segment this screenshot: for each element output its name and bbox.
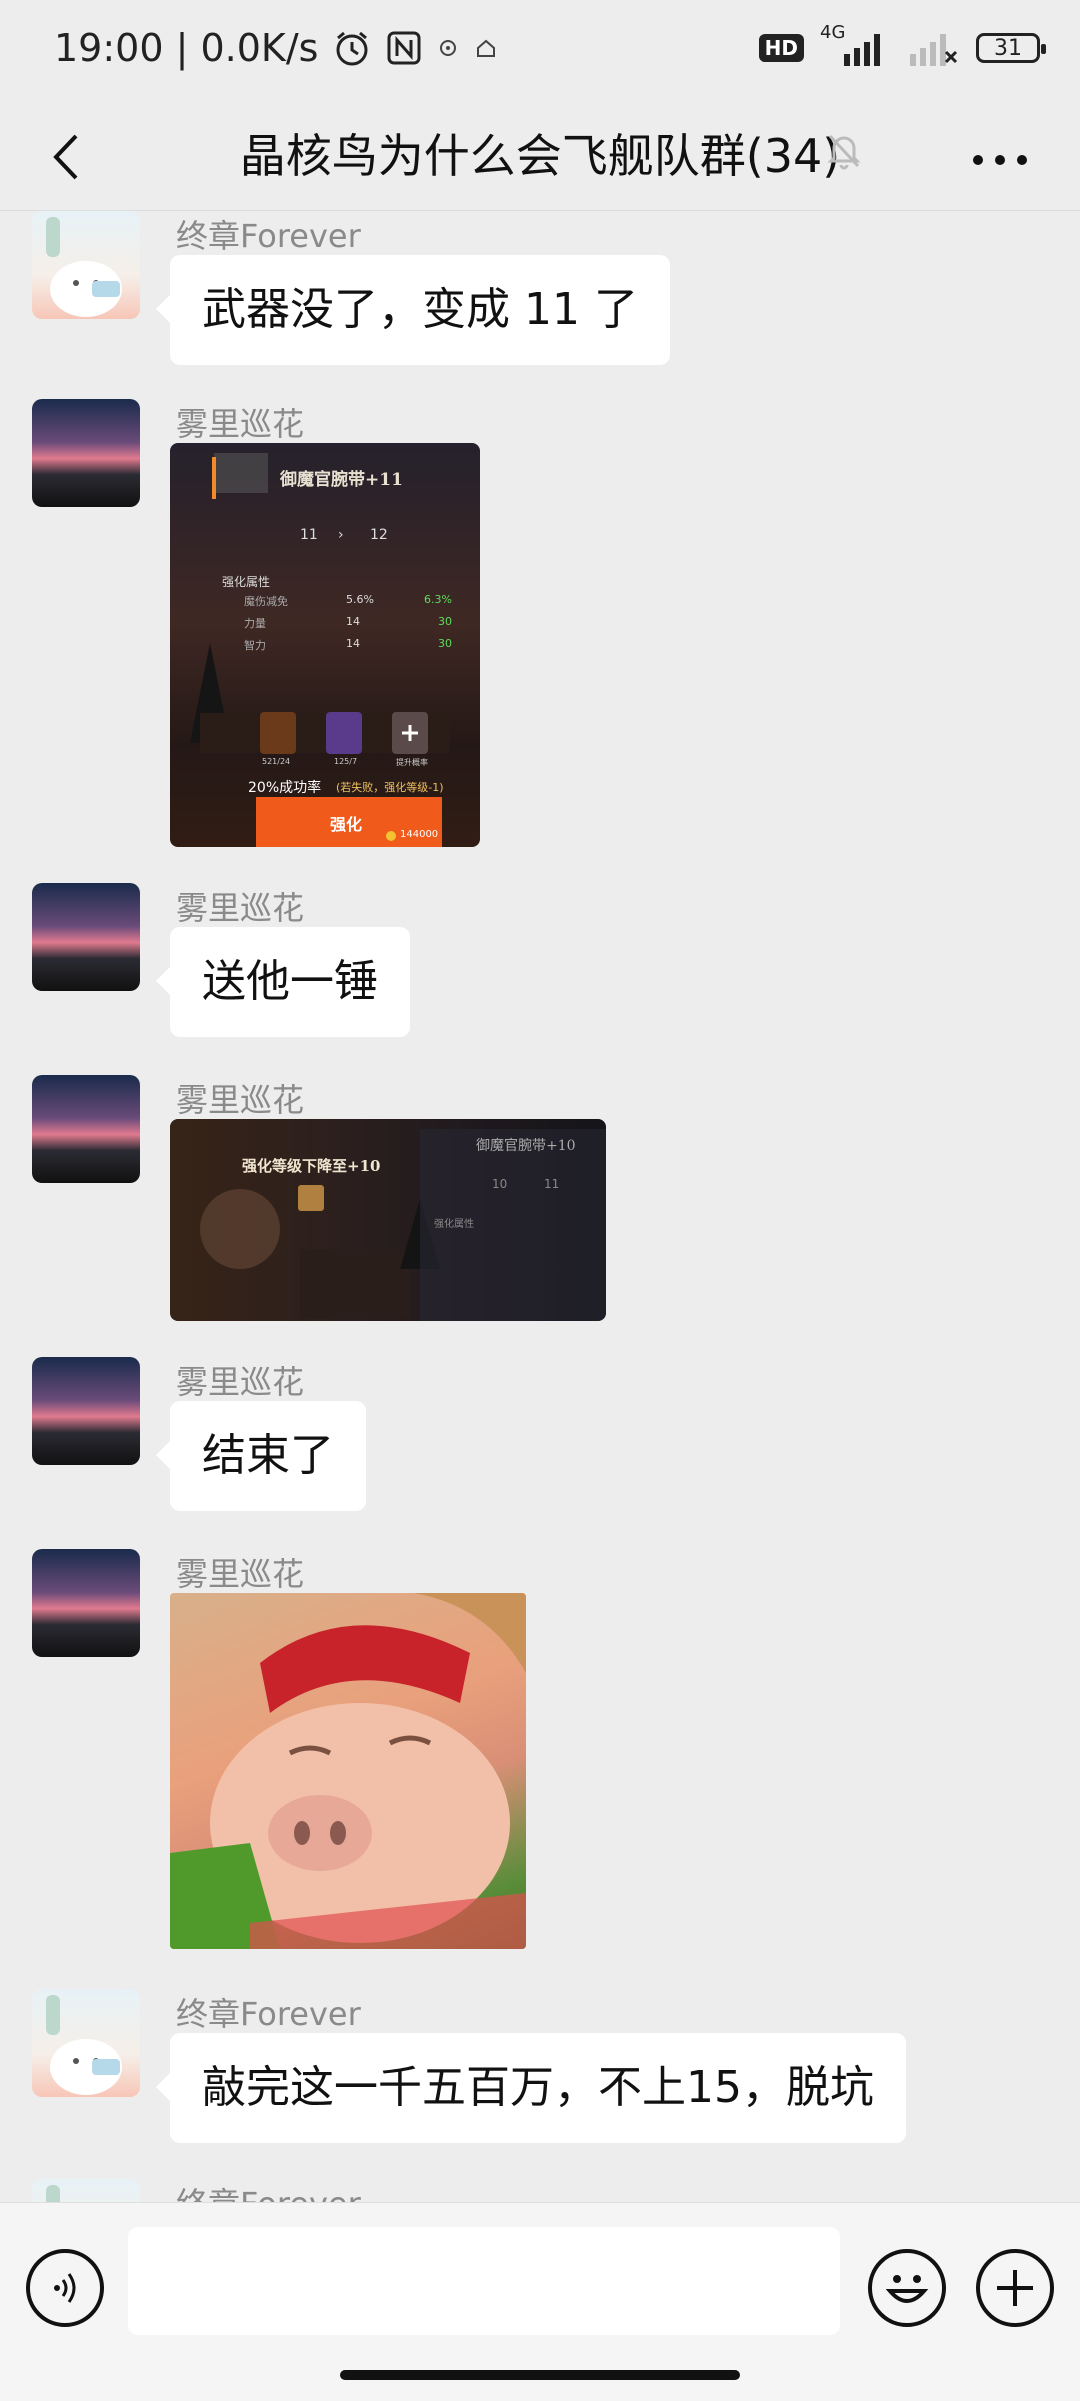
- status-bar: 19:00 | 0.0K/s HD 4G 31: [0, 0, 1080, 100]
- message-bubble[interactable]: 敲完这一千五百万，不上15，脱坑: [156, 2033, 906, 2143]
- more-dots-icon: [973, 155, 1027, 165]
- nfc-icon: [387, 31, 421, 65]
- sender-name: 终章Forever: [176, 217, 361, 255]
- material-label: 提升概率: [396, 758, 428, 767]
- avatar[interactable]: [32, 1357, 140, 1465]
- section-label: 强化属性: [434, 1219, 474, 1230]
- sender-name: 雾里巡花: [176, 405, 305, 443]
- more-functions-button[interactable]: [976, 2249, 1054, 2327]
- avatar[interactable]: [32, 2179, 140, 2203]
- voice-icon: [54, 2273, 76, 2303]
- arrow-icon: ›: [338, 527, 344, 543]
- sender-name: 雾里巡花: [176, 889, 305, 927]
- level-to: 12: [370, 527, 388, 543]
- enhance-button-label: 强化: [330, 815, 363, 834]
- alarm-icon: [336, 31, 368, 66]
- stat-to: 30: [438, 637, 452, 650]
- plus-icon: [997, 2270, 1033, 2306]
- avatar[interactable]: [32, 1549, 140, 1657]
- material-count: 521/24: [262, 757, 291, 766]
- chat-header: 晶核鸟为什么会飞舰队群(34): [0, 100, 1080, 210]
- level-to: 11: [544, 1177, 560, 1191]
- more-button[interactable]: [960, 130, 1040, 190]
- stat-name: 力量: [244, 617, 266, 630]
- wifi-icon: [910, 34, 958, 66]
- avatar[interactable]: [32, 211, 140, 319]
- home-icon: [477, 39, 496, 57]
- chat-title: 晶核鸟为什么会飞舰队群(34): [239, 129, 841, 183]
- battery-level: 31: [994, 35, 1022, 61]
- pig-face-sticker[interactable]: [170, 1593, 526, 1949]
- sender-name: 雾里巡花: [176, 1363, 305, 1401]
- avatar[interactable]: [32, 399, 140, 507]
- coin-icon: [386, 831, 396, 841]
- stat-to: 30: [438, 615, 452, 628]
- sender-name: 雾里巡花: [176, 1555, 305, 1593]
- muted-bell-icon: [827, 134, 861, 170]
- message-bubble[interactable]: 结束了: [156, 1401, 366, 1511]
- stat-to: 6.3%: [424, 593, 452, 606]
- home-indicator[interactable]: [340, 2370, 740, 2380]
- cost-value: 144000: [400, 829, 439, 840]
- network-label: 4G: [820, 22, 846, 43]
- level-from: 11: [300, 527, 318, 543]
- stat-from: 14: [346, 637, 360, 650]
- hd-badge: HD: [758, 34, 804, 62]
- image-message[interactable]: 强化等级下降至+10 御魔官腕带+10 10 11 强化属性: [170, 1119, 606, 1321]
- message-input[interactable]: [128, 2227, 840, 2335]
- message-bubble[interactable]: 武器没了，变成 11 了: [156, 255, 670, 365]
- level-from: 10: [492, 1177, 508, 1191]
- sender-name: 终章Forever: [176, 1995, 361, 2033]
- chat-message-list[interactable]: 终章Forever 武器没了，变成 11 了 雾里巡花 御魔官腕带+11 11 …: [0, 210, 1080, 2203]
- avatar[interactable]: [32, 1075, 140, 1183]
- message-bubble[interactable]: 送他一锤: [156, 927, 410, 1037]
- emoji-icon: [885, 2275, 929, 2303]
- avatar[interactable]: [32, 883, 140, 991]
- material-count: 125/7: [334, 757, 358, 766]
- app-icon: [440, 40, 457, 56]
- battery-icon: 31: [976, 33, 1046, 63]
- section-label: 强化属性: [222, 575, 271, 589]
- status-time: 19:00 | 0.0K/s: [54, 26, 319, 70]
- success-rate: 20%成功率: [248, 780, 322, 796]
- stat-from: 14: [346, 615, 360, 628]
- rate-note: (若失败，强化等级-1): [336, 781, 444, 794]
- item-name: 御魔官腕带+11: [280, 470, 403, 490]
- signal-icon: 4G: [820, 22, 890, 68]
- downgrade-banner: 强化等级下降至+10: [242, 1157, 381, 1175]
- stat-from: 5.6%: [346, 593, 374, 606]
- emoji-button[interactable]: [868, 2249, 946, 2327]
- avatar[interactable]: [32, 1989, 140, 2097]
- stat-name: 魔伤减免: [244, 595, 288, 608]
- stat-name: 智力: [244, 639, 266, 652]
- item-name: 御魔官腕带+10: [476, 1138, 576, 1154]
- sender-name: 雾里巡花: [176, 1081, 305, 1119]
- sender-name: 终章Forever: [176, 2179, 361, 2203]
- image-message[interactable]: 御魔官腕带+11 11 › 12 强化属性 魔伤减免 5.6% 6.3% 力量 …: [170, 443, 480, 847]
- voice-button[interactable]: [26, 2249, 104, 2327]
